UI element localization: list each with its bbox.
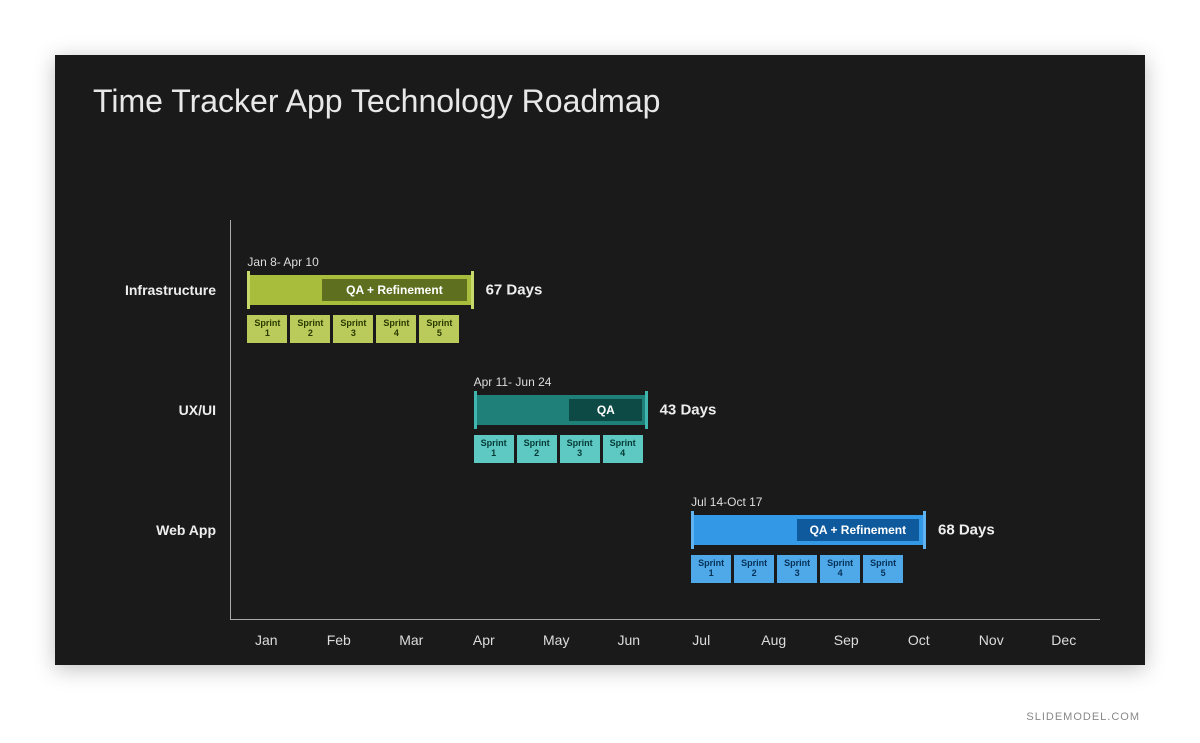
y-axis-line — [230, 220, 231, 620]
duration-label: 68 Days — [938, 522, 995, 539]
slide-title: Time Tracker App Technology Roadmap — [55, 55, 1145, 120]
sprint-chip: Sprint3 — [333, 315, 373, 343]
month-tick: Jun — [617, 632, 640, 648]
phase-bar: QA + Refinement67 Days — [247, 275, 473, 305]
month-tick: Jul — [692, 632, 710, 648]
gantt-bar: Jan 8- Apr 10QA + Refinement67 DaysSprin… — [247, 275, 473, 305]
month-tick: Jan — [255, 632, 278, 648]
sprint-chip: Sprint2 — [734, 555, 774, 583]
sprint-row: Sprint1Sprint2Sprint3Sprint4 — [474, 435, 643, 463]
duration-label: 43 Days — [660, 402, 717, 419]
gantt-bar: Apr 11- Jun 24QA43 DaysSprint1Sprint2Spr… — [474, 395, 648, 425]
month-tick: Oct — [908, 632, 930, 648]
qa-segment: QA — [569, 399, 642, 421]
date-range-label: Jan 8- Apr 10 — [247, 255, 318, 269]
sprint-chip: Sprint1 — [474, 435, 514, 463]
month-tick: Mar — [399, 632, 423, 648]
sprint-row: Sprint1Sprint2Sprint3Sprint4Sprint5 — [247, 315, 459, 343]
sprint-chip: Sprint2 — [290, 315, 330, 343]
month-tick: Nov — [979, 632, 1004, 648]
row-label: UX/UI — [179, 402, 230, 418]
month-tick: May — [543, 632, 569, 648]
row-label: Infrastructure — [125, 282, 230, 298]
date-range-label: Apr 11- Jun 24 — [474, 375, 552, 389]
sprint-chip: Sprint1 — [247, 315, 287, 343]
month-tick: Aug — [761, 632, 786, 648]
month-tick: Feb — [327, 632, 351, 648]
sprint-chip: Sprint4 — [820, 555, 860, 583]
sprint-chip: Sprint1 — [691, 555, 731, 583]
x-axis-line — [230, 619, 1100, 620]
slide-frame: Time Tracker App Technology Roadmap JanF… — [55, 55, 1145, 665]
gantt-chart: JanFebMarAprMayJunJulAugSepOctNovDecInfr… — [230, 220, 1100, 620]
sprint-chip: Sprint3 — [560, 435, 600, 463]
phase-bar: QA + Refinement68 Days — [691, 515, 926, 545]
sprint-chip: Sprint5 — [419, 315, 459, 343]
month-tick: Sep — [834, 632, 859, 648]
gantt-bar: Jul 14-Oct 17QA + Refinement68 DaysSprin… — [691, 515, 926, 545]
sprint-row: Sprint1Sprint2Sprint3Sprint4Sprint5 — [691, 555, 903, 583]
sprint-chip: Sprint5 — [863, 555, 903, 583]
sprint-chip: Sprint3 — [777, 555, 817, 583]
duration-label: 67 Days — [486, 282, 543, 299]
sprint-chip: Sprint4 — [603, 435, 643, 463]
qa-segment: QA + Refinement — [322, 279, 467, 301]
sprint-chip: Sprint2 — [517, 435, 557, 463]
watermark: SLIDEMODEL.COM — [1026, 711, 1140, 723]
phase-bar: QA43 Days — [474, 395, 648, 425]
qa-segment: QA + Refinement — [797, 519, 919, 541]
sprint-chip: Sprint4 — [376, 315, 416, 343]
row-label: Web App — [156, 522, 230, 538]
date-range-label: Jul 14-Oct 17 — [691, 495, 762, 509]
month-tick: Apr — [473, 632, 495, 648]
month-tick: Dec — [1051, 632, 1076, 648]
